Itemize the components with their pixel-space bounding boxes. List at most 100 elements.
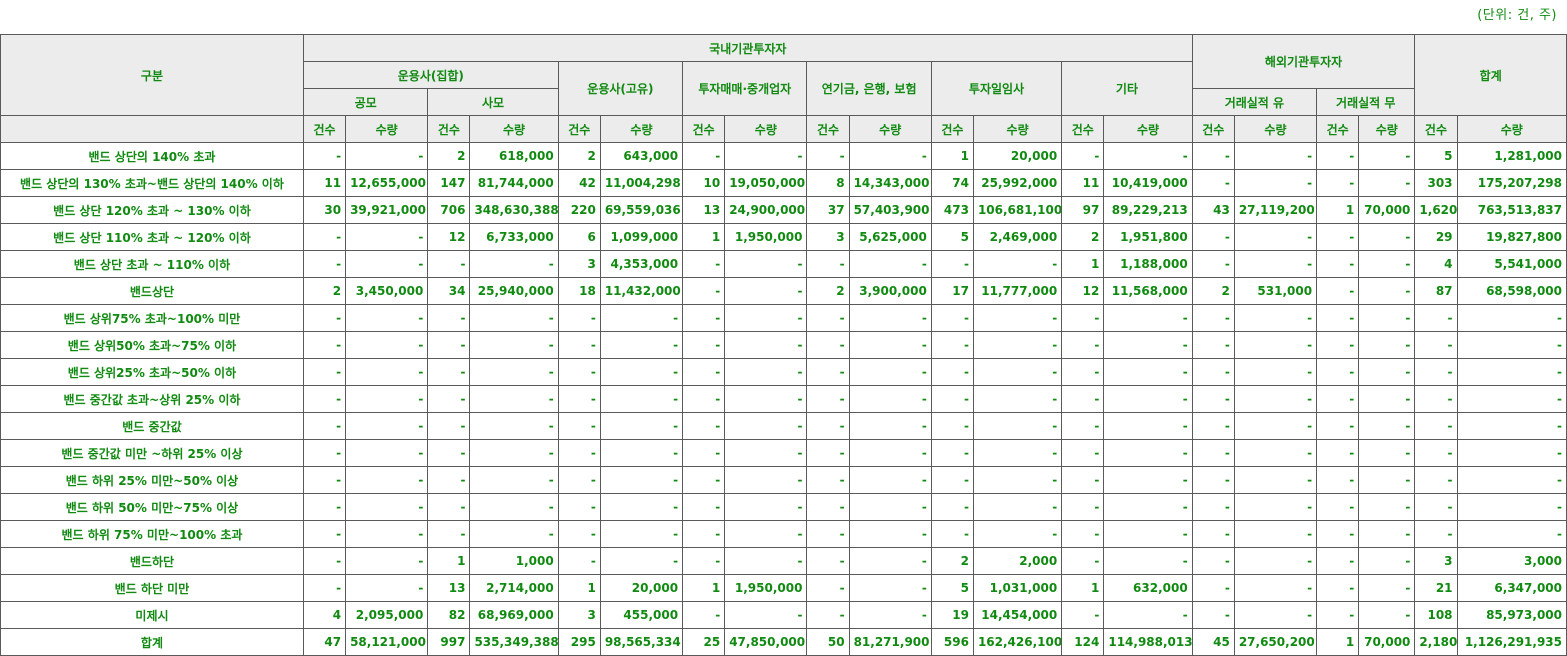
count-cell: -: [1191, 304, 1235, 332]
count-cell: -: [1316, 493, 1360, 521]
count-cell: 3: [557, 601, 601, 629]
count-cell: -: [1316, 331, 1360, 359]
count-cell: 37: [806, 196, 850, 224]
quantity-cell: 89,229,213: [1103, 196, 1193, 224]
quantity-cell: -: [345, 439, 429, 467]
quantity-cell: -: [1103, 358, 1193, 386]
quantity-cell: 2,000: [972, 547, 1063, 575]
quantity-cell: -: [599, 520, 684, 548]
quantity-cell: 27,119,200: [1233, 196, 1318, 224]
count-cell: -: [682, 493, 726, 521]
quantity-cell: -: [1233, 466, 1318, 494]
quantity-cell: 3,450,000: [345, 277, 429, 305]
quantity-cell: 10,419,000: [1103, 169, 1193, 197]
quantity-cell: -: [1358, 574, 1416, 602]
quantity-cell: 14,343,000: [848, 169, 932, 197]
count-cell: 3: [557, 250, 601, 278]
table-row: 밴드 하위 25% 미만~50% 이상 - - - - - - - - - - - - - - - - - - - -: [0, 466, 1567, 494]
row-label: 밴드 중간값 초과~상위 25% 이하: [0, 385, 304, 413]
count-cell: -: [1191, 250, 1235, 278]
quantity-cell: -: [1103, 385, 1193, 413]
quantity-cell: -: [1233, 574, 1318, 602]
row-label: 미제시: [0, 601, 304, 629]
count-cell: -: [682, 250, 726, 278]
count-cell: 21: [1414, 574, 1458, 602]
count-cell: -: [427, 304, 471, 332]
count-cell: -: [1191, 520, 1235, 548]
count-cell: -: [1191, 169, 1235, 197]
count-cell: 1: [1316, 196, 1360, 224]
quantity-cell: -: [972, 250, 1063, 278]
count-cell: -: [930, 385, 974, 413]
count-cell: -: [806, 601, 850, 629]
quantity-cell: -: [724, 547, 808, 575]
count-cell: -: [557, 547, 601, 575]
quantity-cell: 85,973,000: [1456, 601, 1567, 629]
quantity-cell: -: [1103, 547, 1193, 575]
count-cell: -: [1316, 223, 1360, 251]
quantity-cell: -: [469, 331, 559, 359]
quantity-cell: 2,714,000: [469, 574, 559, 602]
count-cell: 11: [302, 169, 347, 197]
count-cell: -: [930, 358, 974, 386]
count-cell: -: [806, 520, 850, 548]
quantity-cell: -: [1358, 466, 1416, 494]
quantity-cell: 12,655,000: [345, 169, 429, 197]
count-quantity-header-row: 건수 수량 건수 수량 건수 수량 건수 수량 건수 수량 건수 수량 건수 수량 건수 수량 건수 수량 건수 수량: [0, 115, 1567, 143]
count-cell: -: [427, 250, 471, 278]
quantity-cell: -: [972, 466, 1063, 494]
count-cell: -: [302, 142, 347, 170]
row-label: 밴드 상단 120% 초과 ~ 130% 이하: [0, 196, 304, 224]
count-cell: -: [806, 412, 850, 440]
quantity-cell: 11,004,298: [599, 169, 684, 197]
count-cell: -: [930, 304, 974, 332]
quantity-cell: 58,121,000: [345, 628, 429, 656]
table-row: 밴드 하위 50% 미만~75% 이상 - - - - - - - - - - - - - - - - - - - -: [0, 493, 1567, 521]
count-cell: -: [682, 412, 726, 440]
quantity-cell: -: [1233, 142, 1318, 170]
count-cell: 11: [1061, 169, 1105, 197]
quantity-cell: -: [724, 277, 808, 305]
count-cell: -: [1191, 547, 1235, 575]
count-cell: -: [806, 574, 850, 602]
count-cell: -: [806, 358, 850, 386]
count-cell: -: [557, 385, 601, 413]
header-quantity: 수량: [1358, 115, 1416, 143]
header-other: 기타: [1061, 61, 1193, 116]
count-cell: 87: [1414, 277, 1458, 305]
count-cell: -: [1316, 466, 1360, 494]
count-cell: 47: [302, 628, 347, 656]
quantity-cell: 1,281,000: [1456, 142, 1567, 170]
quantity-cell: -: [599, 385, 684, 413]
table-row: 밴드 하단 미만 - -13 2,714,000 1 20,000 1 1,950,000- -…: [0, 574, 1567, 602]
count-cell: 5: [930, 223, 974, 251]
count-cell: -: [682, 520, 726, 548]
count-cell: 34: [427, 277, 471, 305]
header-quantity: 수량: [599, 115, 684, 143]
header-quantity: 수량: [972, 115, 1063, 143]
count-cell: -: [1316, 601, 1360, 629]
count-cell: 1: [682, 223, 726, 251]
table-row: 밴드 상위75% 초과~100% 미만 - - - - - - - - - - - - - - - - - - - -: [0, 304, 1567, 332]
header-count: 건수: [1414, 115, 1458, 143]
quantity-cell: -: [972, 304, 1063, 332]
quantity-cell: -: [469, 250, 559, 278]
quantity-cell: -: [1358, 250, 1416, 278]
count-cell: -: [1191, 142, 1235, 170]
quantity-cell: -: [469, 385, 559, 413]
count-cell: -: [806, 466, 850, 494]
quantity-cell: -: [1233, 601, 1318, 629]
table-row: 밴드하단 - -1 1,000- - - - - -2 2,000- - - - - -3 3,000: [0, 547, 1567, 575]
count-cell: 74: [930, 169, 974, 197]
quantity-cell: 68,969,000: [469, 601, 559, 629]
quantity-cell: -: [848, 601, 932, 629]
quantity-cell: -: [599, 331, 684, 359]
count-cell: -: [1061, 142, 1105, 170]
count-cell: -: [1316, 277, 1360, 305]
quantity-cell: -: [469, 439, 559, 467]
quantity-cell: -: [1233, 547, 1318, 575]
count-cell: -: [427, 520, 471, 548]
count-cell: -: [1061, 466, 1105, 494]
count-cell: -: [1316, 169, 1360, 197]
count-cell: -: [1316, 547, 1360, 575]
